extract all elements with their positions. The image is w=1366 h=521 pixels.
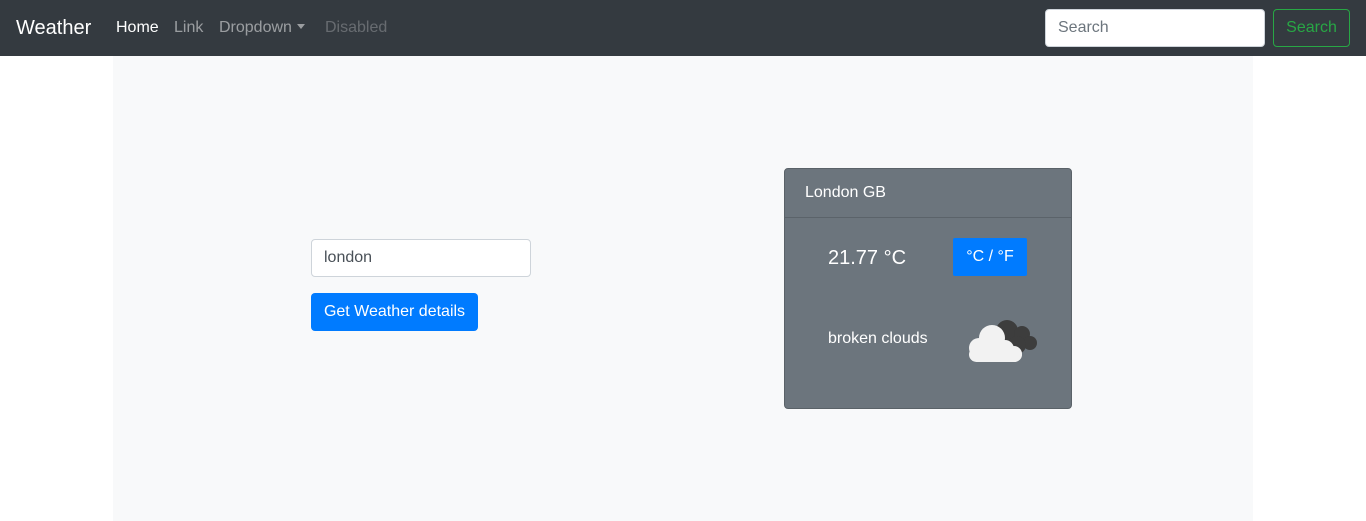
weather-card: London GB 21.77 °C °C / °F broken clouds bbox=[784, 168, 1072, 409]
main-container: Get Weather details London GB 21.77 °C °… bbox=[113, 56, 1253, 521]
get-weather-button[interactable]: Get Weather details bbox=[311, 293, 478, 331]
navbar: Weather Home Link Dropdown Disabled Sear… bbox=[0, 0, 1366, 56]
weather-location: London GB bbox=[785, 169, 1071, 218]
unit-toggle-button[interactable]: °C / °F bbox=[953, 238, 1027, 276]
nav-link-home[interactable]: Home bbox=[116, 18, 159, 38]
caret-down-icon bbox=[296, 24, 305, 29]
search-button[interactable]: Search bbox=[1273, 9, 1350, 47]
navbar-brand[interactable]: Weather bbox=[16, 15, 91, 41]
nav-dropdown[interactable]: Dropdown bbox=[219, 18, 305, 38]
weather-description: broken clouds bbox=[828, 330, 928, 347]
city-input[interactable] bbox=[311, 239, 531, 277]
nav-link-disabled: Disabled bbox=[325, 19, 388, 36]
temperature-value: 21.77 °C bbox=[828, 247, 907, 269]
search-input[interactable] bbox=[1045, 9, 1265, 47]
broken-clouds-icon bbox=[969, 320, 1037, 362]
nav-dropdown-label: Dropdown bbox=[219, 19, 292, 36]
nav-link-link[interactable]: Link bbox=[174, 18, 203, 38]
